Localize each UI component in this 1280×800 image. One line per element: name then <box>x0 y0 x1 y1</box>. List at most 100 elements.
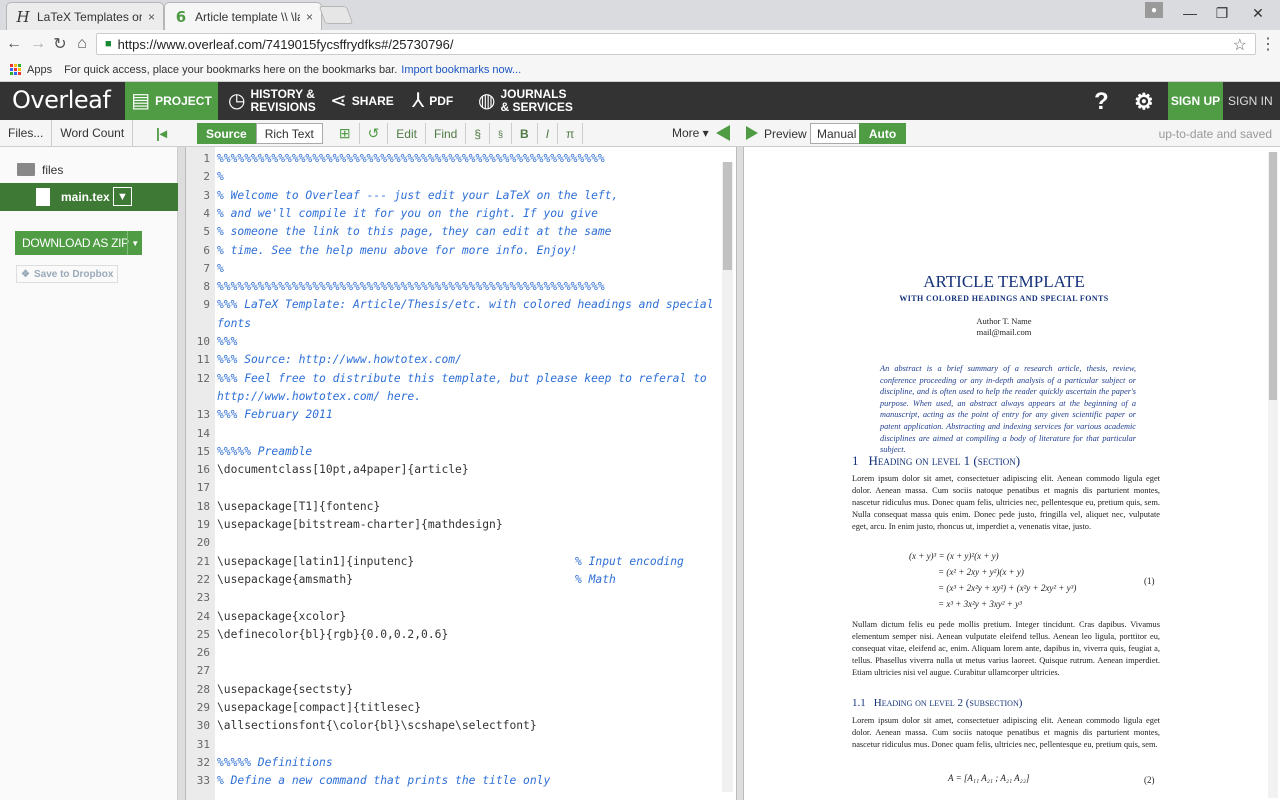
code-line[interactable]: 25 \definecolor{bl}{rgb}{0.0,0.2,0.6} <box>186 626 726 644</box>
code-line[interactable]: 15 %%%%% Preamble <box>186 443 726 461</box>
rich-text-mode-button[interactable]: Rich Text <box>255 123 323 144</box>
journals-nav-button[interactable]: ◍ JOURNALS & SERVICES <box>478 82 573 120</box>
math-button[interactable]: π <box>558 123 584 144</box>
code-line[interactable]: 32 %%%%% Definitions <box>186 754 726 772</box>
source-mode-button[interactable]: Source <box>197 123 256 144</box>
apps-link[interactable]: Apps <box>27 64 52 76</box>
code-line[interactable]: http://www.howtotex.com/ here. <box>186 388 726 406</box>
code-line[interactable]: 30 \allsectionsfont{\color{bl}\scshape\se… <box>186 717 726 735</box>
auto-compile-button[interactable]: Auto <box>859 123 906 144</box>
help-button[interactable]: ? <box>1094 82 1109 120</box>
code-line[interactable]: 1%%%%%%%%%%%%%%%%%%%%%%%%%%%%%%%%%%%%%%%… <box>186 150 726 168</box>
code-line[interactable]: 23 <box>186 589 726 607</box>
folder-files[interactable]: files <box>42 163 63 177</box>
collapse-filetree-icon[interactable]: |◂ <box>156 125 167 142</box>
back-arrow-icon[interactable]: ← <box>4 34 24 54</box>
code-line[interactable]: 4 % and we'll compile it for you on the r… <box>186 205 726 223</box>
browser-menu-icon[interactable]: ⋮ <box>1258 34 1278 54</box>
pdf-scrollbar[interactable] <box>1268 152 1278 798</box>
filetree-splitter[interactable] <box>178 147 186 800</box>
download-caret-icon[interactable]: ▼ <box>127 231 142 255</box>
file-item-main-tex[interactable]: main.tex ▼ <box>0 183 178 211</box>
code-line[interactable]: 14 <box>186 425 726 443</box>
code-line[interactable]: 13 %%% February 2011 <box>186 406 726 424</box>
browser-tab-overleaf[interactable]: 6 Article template \\ \larg × <box>164 2 322 30</box>
import-bookmarks-link[interactable]: Import bookmarks now... <box>401 64 521 76</box>
collapse-preview-icon[interactable] <box>716 125 730 141</box>
new-tab-button[interactable] <box>318 6 354 24</box>
browser-tab-howtotex[interactable]: H LaTeX Templates on How × <box>6 2 164 30</box>
preview-button[interactable]: Preview <box>764 127 807 141</box>
code-line[interactable]: 18 \usepackage[T1]{fontenc} <box>186 498 726 516</box>
code-line[interactable]: 22 \usepackage{amsmath} % Math <box>186 571 726 589</box>
files-menu-button[interactable]: Files... <box>0 120 53 147</box>
tab-close-icon[interactable]: × <box>148 10 155 24</box>
pdf-nav-button[interactable]: ⅄ PDF <box>412 82 453 120</box>
project-nav-button[interactable]: ▤ PROJECT <box>125 82 218 120</box>
code-line[interactable]: 2% <box>186 168 726 186</box>
code-line[interactable]: 28 \usepackage{sectsty} <box>186 681 726 699</box>
italic-button[interactable]: I <box>538 123 559 144</box>
code-line[interactable]: 21 \usepackage[latin1]{inputenc} % Input e… <box>186 553 726 571</box>
reload-icon[interactable]: ↻ <box>50 34 70 54</box>
code-line[interactable]: 19 \usepackage[bitstream-charter]{mathdes… <box>186 516 726 534</box>
url-input[interactable]: ■ https://www.overleaf.com/7419015fycsff… <box>96 33 1256 55</box>
more-menu-button[interactable]: More ▾ <box>672 126 709 140</box>
settings-gear-icon[interactable]: ⚙ <box>1134 82 1154 120</box>
code-line[interactable]: 24 \usepackage{xcolor} <box>186 608 726 626</box>
expand-preview-icon[interactable] <box>746 126 758 140</box>
code-text: % <box>217 170 224 184</box>
code-line[interactable]: 31 <box>186 736 726 754</box>
line-number: 23 <box>196 591 210 605</box>
line-number: 1 <box>203 152 210 165</box>
code-line[interactable]: 7% <box>186 260 726 278</box>
section-button[interactable]: § <box>466 123 491 144</box>
sign-in-button[interactable]: SIGN IN <box>1228 82 1273 120</box>
subsection-button[interactable]: § <box>490 123 513 144</box>
history-icon[interactable]: ↺ <box>360 123 389 144</box>
download-zip-button[interactable]: DOWNLOAD AS ZIP ▼ <box>15 231 142 255</box>
overleaf-logo[interactable]: Overleaf <box>12 86 111 114</box>
manual-compile-button[interactable]: Manual <box>810 123 864 144</box>
code-line[interactable]: 6 % time. See the help menu above for mor… <box>186 242 726 260</box>
editor-preview-splitter[interactable] <box>736 147 744 800</box>
code-line[interactable]: 33 % Define a new command that prints the… <box>186 772 726 790</box>
close-window-button[interactable]: ✕ <box>1236 0 1280 26</box>
code-line[interactable]: 17 <box>186 479 726 497</box>
code-line[interactable]: 10%%% <box>186 333 726 351</box>
history-nav-button[interactable]: ◷ HISTORY & REVISIONS <box>228 82 316 120</box>
code-line[interactable]: 12 %%% Feel free to distribute this templ… <box>186 370 726 388</box>
sign-up-button[interactable]: SIGN UP <box>1168 82 1223 120</box>
code-editor[interactable]: 1%%%%%%%%%%%%%%%%%%%%%%%%%%%%%%%%%%%%%%%… <box>186 147 735 800</box>
editor-scrollbar[interactable] <box>722 162 733 792</box>
bold-button[interactable]: B <box>512 123 538 144</box>
code-line[interactable]: 27 <box>186 662 726 680</box>
code-line[interactable]: 8%%%%%%%%%%%%%%%%%%%%%%%%%%%%%%%%%%%%%%%… <box>186 278 726 296</box>
forward-arrow-icon[interactable]: → <box>28 34 48 54</box>
home-icon[interactable]: ⌂ <box>72 34 92 54</box>
file-menu-dropdown-icon[interactable]: ▼ <box>113 187 132 206</box>
save-to-dropbox-button[interactable]: ❖ Save to Dropbox <box>16 265 119 283</box>
pdf-scrollbar-thumb[interactable] <box>1269 152 1277 400</box>
code-line[interactable]: fonts <box>186 315 726 333</box>
code-line[interactable]: 5 % someone the link to this page, they c… <box>186 223 726 241</box>
share-nav-button[interactable]: ⋖ SHARE <box>330 82 394 120</box>
find-button[interactable]: Find <box>426 123 467 144</box>
code-line[interactable]: 26 <box>186 644 726 662</box>
code-text: % Define a new command that prints the t… <box>217 774 551 788</box>
code-line[interactable]: 3 % Welcome to Overleaf --- just edit you… <box>186 187 726 205</box>
code-line[interactable]: 9 %%% LaTeX Template: Article/Thesis/etc.… <box>186 296 726 314</box>
word-count-button[interactable]: Word Count <box>52 120 134 147</box>
add-file-icon[interactable]: ⊞ <box>331 123 360 144</box>
code-line[interactable]: 16 \documentclass[10pt,a4paper]{article} <box>186 461 726 479</box>
code-line[interactable]: 11 %%% Source: http://www.howtotex.com/ <box>186 351 726 369</box>
line-number: 6 <box>203 243 210 257</box>
code-line[interactable]: 29 \usepackage[compact]{titlesec} <box>186 699 726 717</box>
bookmark-star-icon[interactable]: ☆ <box>1233 35 1247 55</box>
apps-grid-icon[interactable] <box>10 64 21 75</box>
user-profile-icon[interactable]: ● <box>1145 2 1163 18</box>
editor-scrollbar-thumb[interactable] <box>723 162 732 270</box>
tab-close-icon[interactable]: × <box>306 10 313 24</box>
code-line[interactable]: 20 <box>186 534 726 552</box>
edit-menu-button[interactable]: Edit <box>388 123 426 144</box>
